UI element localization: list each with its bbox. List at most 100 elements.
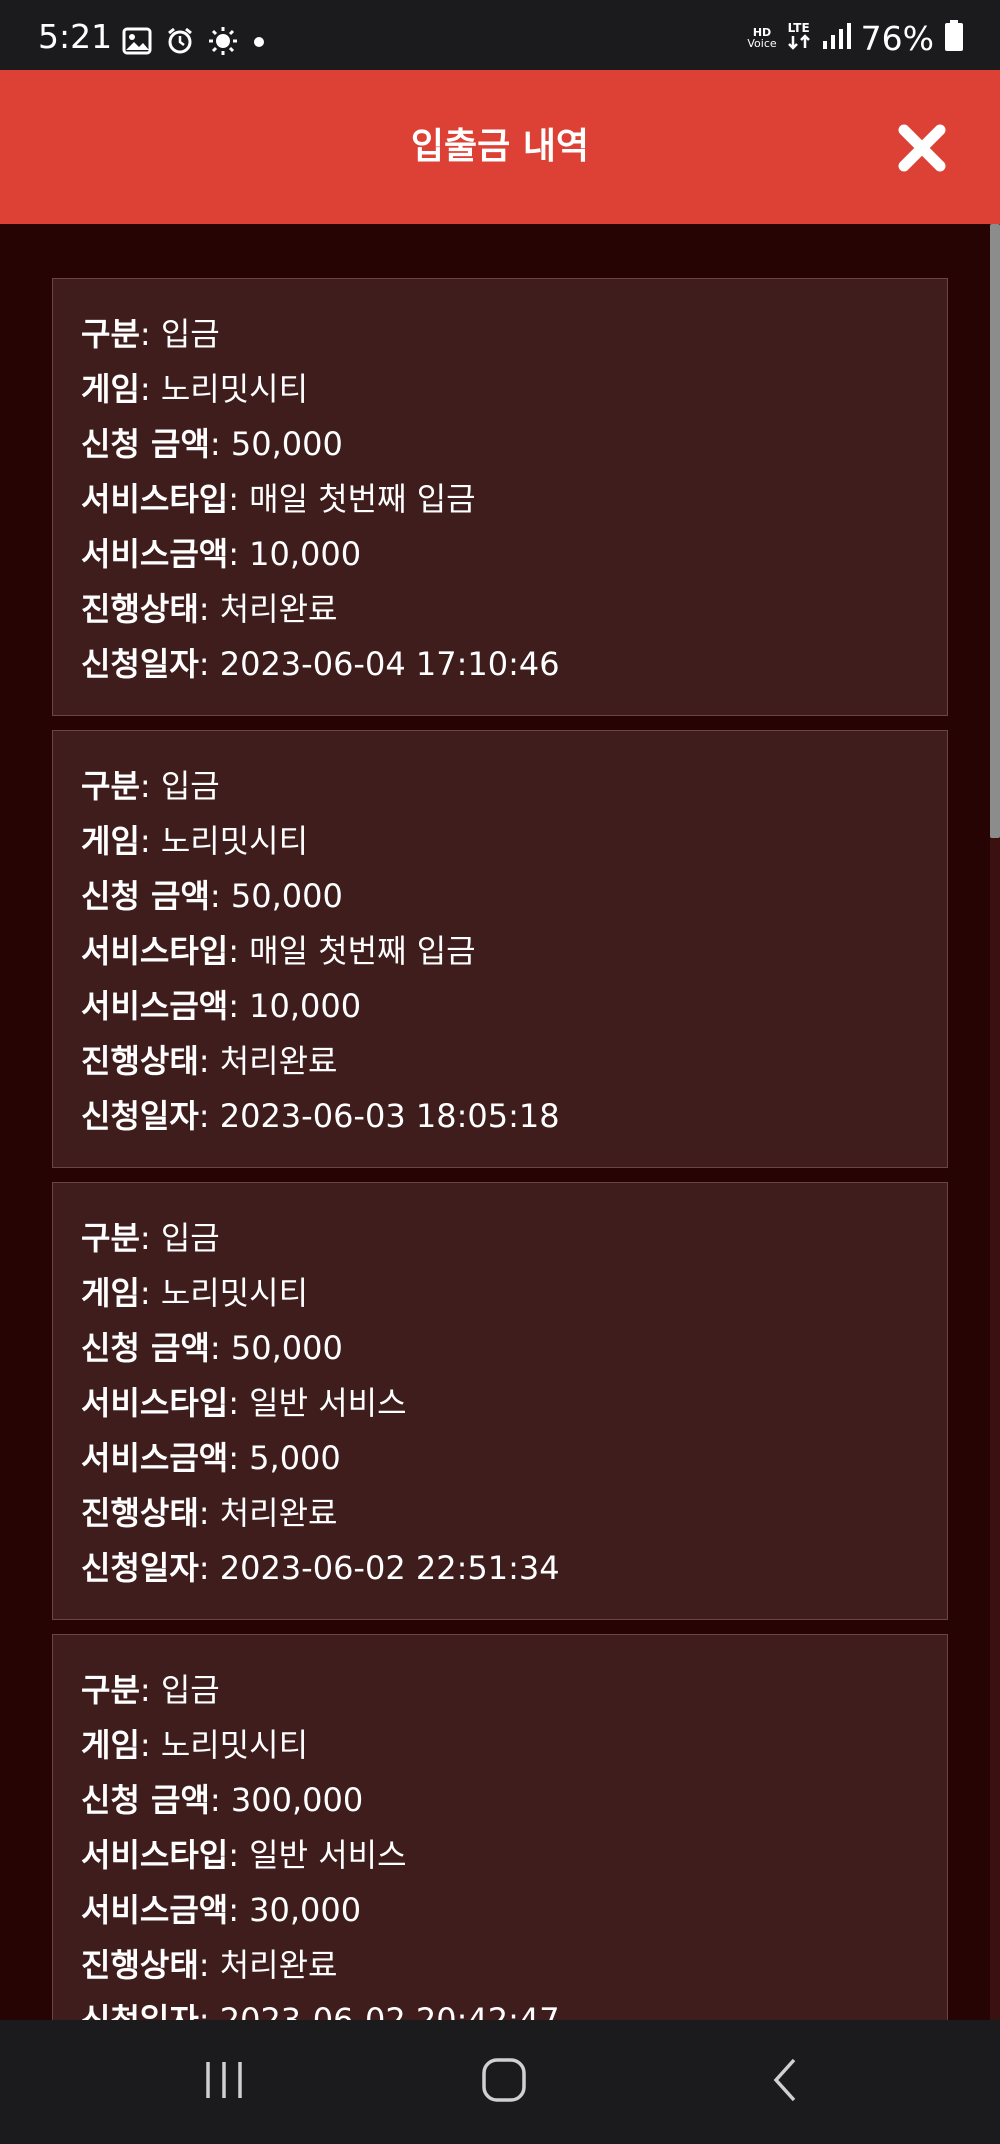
- battery-icon: [944, 20, 964, 56]
- value: 노리밋시티: [160, 1726, 309, 1764]
- close-icon: [898, 124, 946, 172]
- value: 매일 첫번째 입금: [249, 932, 476, 970]
- page-title: 입출금 내역: [410, 126, 590, 167]
- label: 게임: [81, 822, 140, 860]
- label: 게임: [81, 1274, 140, 1312]
- value: 처리완료: [219, 1494, 338, 1532]
- row-date: 신청일자: 2023-06-02 22:51:34: [81, 1549, 560, 1587]
- value: 처리완료: [219, 1042, 338, 1080]
- label: 신청일자: [81, 645, 199, 683]
- row-status: 진행상태: 처리완료: [81, 1494, 338, 1532]
- gallery-icon: [122, 27, 152, 59]
- label: 진행상태: [81, 1042, 199, 1080]
- scrollbar-thumb[interactable]: [990, 224, 1000, 838]
- row-date: 신청일자: 2023-06-03 18:05:18: [81, 1097, 560, 1135]
- label: 서비스금액: [81, 987, 229, 1025]
- row-type: 구분: 입금: [81, 1219, 220, 1257]
- value: 노리밋시티: [160, 822, 309, 860]
- row-service-type: 서비스타입: 매일 첫번째 입금: [81, 480, 476, 518]
- value: 입금: [160, 1219, 220, 1257]
- label: 서비스금액: [81, 535, 229, 573]
- row-status: 진행상태: 처리완료: [81, 1042, 338, 1080]
- notification-icons: [122, 26, 266, 60]
- row-game: 게임: 노리밋시티: [81, 822, 309, 860]
- label: 서비스타입: [81, 1384, 229, 1422]
- hd-voice-icon: HD Voice: [747, 27, 776, 49]
- value: 50,000: [230, 1329, 343, 1367]
- label: 진행상태: [81, 1494, 199, 1532]
- close-button[interactable]: [894, 120, 950, 176]
- back-button[interactable]: [766, 2056, 802, 2108]
- transaction-card: 구분: 입금 게임: 노리밋시티 신청 금액: 50,000 서비스타입: 매일…: [52, 730, 948, 1168]
- battery-percent: 76%: [860, 18, 934, 58]
- recents-button[interactable]: [202, 2056, 246, 2108]
- transaction-card: 구분: 입금 게임: 노리밋시티 신청 금액: 300,000 서비스타입: 일…: [52, 1634, 948, 2020]
- row-service-amount: 서비스금액: 10,000: [81, 535, 362, 573]
- row-type: 구분: 입금: [81, 767, 220, 805]
- value: 30,000: [249, 1891, 362, 1929]
- value: 50,000: [230, 877, 343, 915]
- row-amount: 신청 금액: 50,000: [81, 425, 343, 463]
- value: 5,000: [249, 1439, 341, 1477]
- label: 서비스금액: [81, 1439, 229, 1477]
- lte-label: LTE: [787, 21, 810, 35]
- value: 2023-06-02 20:42:47: [219, 2001, 560, 2020]
- transaction-card: 구분: 입금 게임: 노리밋시티 신청 금액: 50,000 서비스타입: 매일…: [52, 278, 948, 716]
- transaction-card: 구분: 입금 게임: 노리밋시티 신청 금액: 50,000 서비스타입: 일반…: [52, 1182, 948, 1620]
- label: 신청 금액: [81, 877, 210, 915]
- status-bar: 5:21 HD Voice LTE 76%: [0, 0, 1000, 70]
- clock-time: 5:21: [38, 17, 113, 56]
- label: 서비스타입: [81, 1836, 229, 1874]
- home-icon: [482, 2058, 526, 2102]
- row-game: 게임: 노리밋시티: [81, 370, 309, 408]
- row-amount: 신청 금액: 50,000: [81, 1329, 343, 1367]
- alarm-icon: [166, 27, 194, 59]
- value: 300,000: [230, 1781, 364, 1819]
- row-status: 진행상태: 처리완료: [81, 590, 338, 628]
- row-type: 구분: 입금: [81, 315, 220, 353]
- value: 입금: [160, 1671, 220, 1709]
- signal-icon: [821, 21, 851, 55]
- label: 서비스타입: [81, 932, 229, 970]
- row-service-amount: 서비스금액: 30,000: [81, 1891, 362, 1929]
- recents-icon: [206, 2062, 242, 2098]
- label: 구분: [81, 1671, 140, 1709]
- row-game: 게임: 노리밋시티: [81, 1274, 309, 1312]
- row-date: 신청일자: 2023-06-04 17:10:46: [81, 645, 560, 683]
- label: 구분: [81, 1219, 140, 1257]
- value: 일반 서비스: [249, 1836, 407, 1874]
- brightness-icon: [208, 26, 238, 60]
- value: 2023-06-04 17:10:46: [219, 645, 560, 683]
- label: 신청 금액: [81, 1781, 210, 1819]
- label: 진행상태: [81, 1946, 199, 1984]
- lte-icon: LTE: [787, 22, 811, 54]
- label: 신청일자: [81, 1549, 199, 1587]
- value: 노리밋시티: [160, 1274, 309, 1312]
- row-service-amount: 서비스금액: 5,000: [81, 1439, 341, 1477]
- home-button[interactable]: [480, 2056, 528, 2108]
- voice-label: Voice: [747, 37, 777, 50]
- dot-icon: [252, 34, 266, 53]
- value: 매일 첫번째 입금: [249, 480, 476, 518]
- label: 신청 금액: [81, 425, 210, 463]
- system-nav-bar: [0, 2020, 1000, 2144]
- label: 구분: [81, 315, 140, 353]
- value: 10,000: [249, 535, 362, 573]
- value: 2023-06-03 18:05:18: [219, 1097, 560, 1135]
- label: 진행상태: [81, 590, 199, 628]
- system-status-icons: HD Voice LTE 76%: [747, 20, 964, 56]
- row-service-type: 서비스타입: 일반 서비스: [81, 1384, 407, 1422]
- back-icon: [773, 2058, 796, 2102]
- row-game: 게임: 노리밋시티: [81, 1726, 309, 1764]
- row-type: 구분: 입금: [81, 1671, 220, 1709]
- value: 입금: [160, 767, 220, 805]
- row-service-type: 서비스타입: 매일 첫번째 입금: [81, 932, 476, 970]
- label: 게임: [81, 370, 140, 408]
- row-amount: 신청 금액: 50,000: [81, 877, 343, 915]
- value: 처리완료: [219, 1946, 338, 1984]
- label: 서비스금액: [81, 1891, 229, 1929]
- transaction-list[interactable]: 구분: 입금 게임: 노리밋시티 신청 금액: 50,000 서비스타입: 매일…: [0, 224, 990, 2020]
- value: 노리밋시티: [160, 370, 309, 408]
- row-service-amount: 서비스금액: 10,000: [81, 987, 362, 1025]
- label: 구분: [81, 767, 140, 805]
